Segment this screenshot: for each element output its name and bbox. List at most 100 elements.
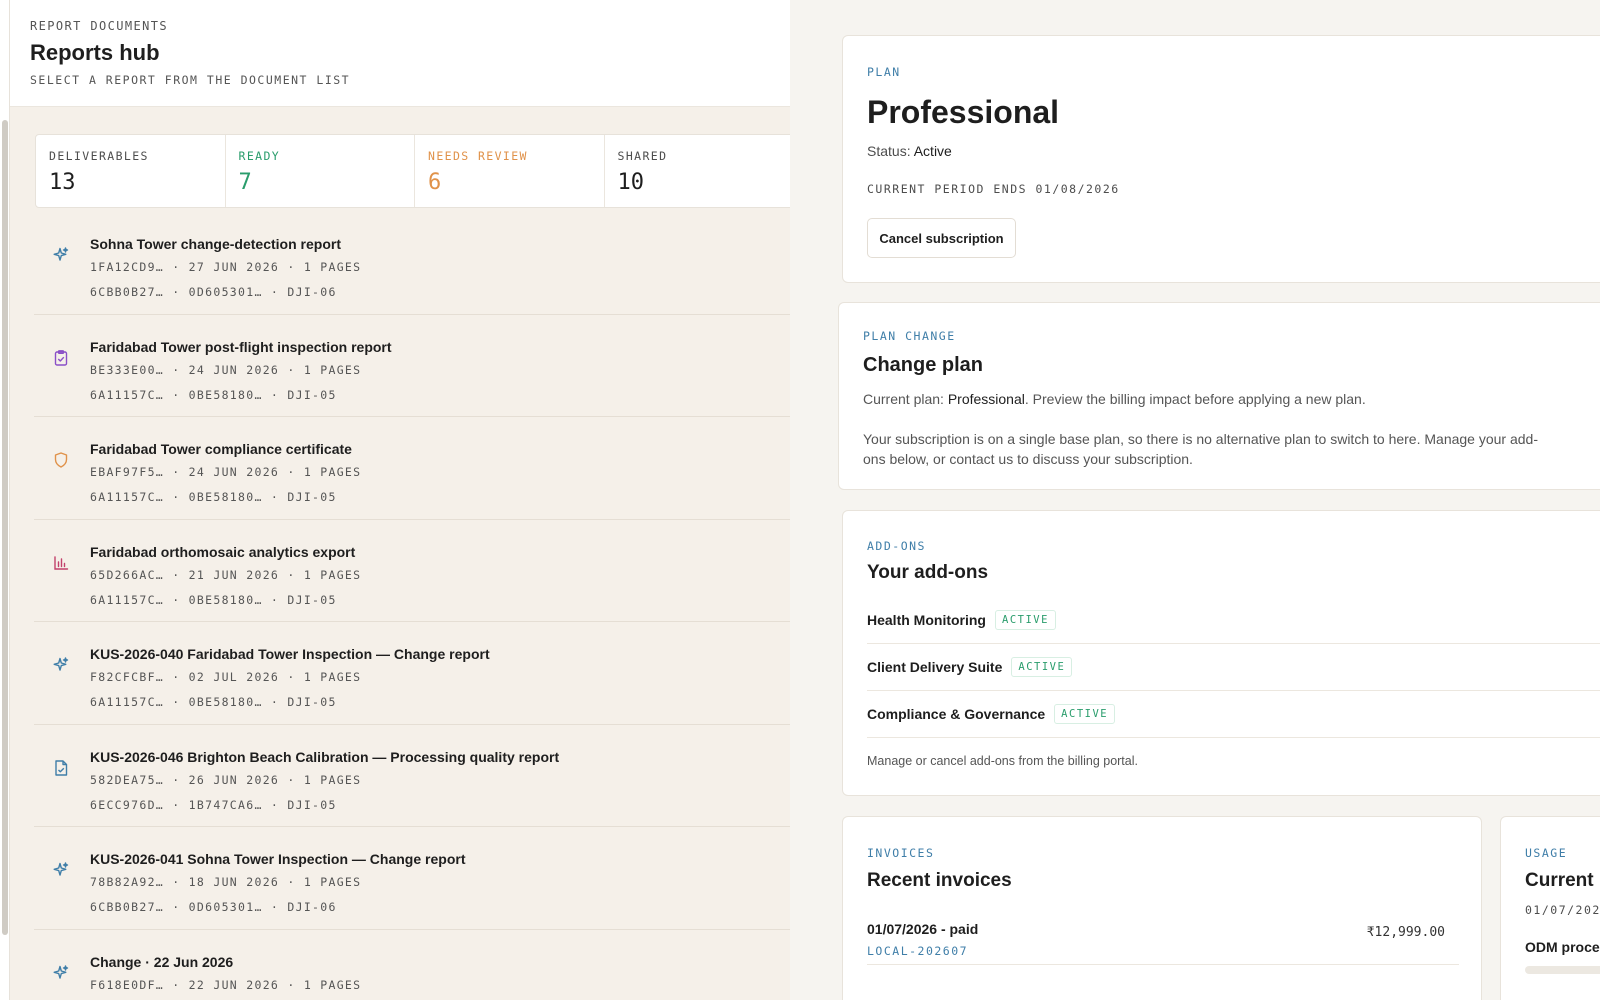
addon-item: Health Monitoring ACTIVE <box>867 597 1600 644</box>
document-item[interactable]: KUS-2026-041 Sohna Tower Inspection — Ch… <box>34 827 790 930</box>
addon-name: Client Delivery Suite <box>867 659 1003 675</box>
usage-eyebrow: USAGE <box>1525 846 1568 860</box>
document-meta-ids: 6A11157C… · 0BE58180… · DJI-05 <box>90 592 337 607</box>
document-item[interactable]: KUS-2026-040 Faridabad Tower Inspection … <box>34 622 790 725</box>
usage-date: 01/07/202 <box>1525 903 1600 917</box>
document-meta-ids: 6A11157C… · 0BE58180… · DJI-05 <box>90 490 337 504</box>
reports-header: REPORT DOCUMENTS Reports hub SELECT A RE… <box>10 0 790 107</box>
document-meta-ids: 6ECC976D… · 1B747CA6… · DJI-05 <box>90 797 337 812</box>
addons-list: Health Monitoring ACTIVE Client Delivery… <box>867 597 1600 738</box>
stat-label: READY <box>238 149 281 163</box>
addon-item: Client Delivery Suite ACTIVE <box>867 644 1600 691</box>
document-item[interactable]: Change · 22 Jun 2026 F618E0DF… · 22 JUN … <box>34 930 790 1000</box>
current-plan-name: Professional <box>947 391 1025 407</box>
document-item[interactable]: KUS-2026-046 Brighton Beach Calibration … <box>34 725 790 827</box>
cancel-subscription-button[interactable]: Cancel subscription <box>867 218 1016 258</box>
current-plan-text: Current plan: Professional. Preview the … <box>863 391 1366 407</box>
plan-status: Status: Active <box>867 143 952 159</box>
current-plan-prefix: Current plan: <box>863 391 944 407</box>
stats-bar: DELIVERABLES 13 READY 7 NEEDS REVIEW 6 S… <box>35 134 790 208</box>
usage-progress-bar <box>1525 966 1600 974</box>
document-meta-ids: 6A11157C… · 0BE58180… · DJI-05 <box>90 695 337 709</box>
plan-change-card: PLAN CHANGE Change plan Current plan: Pr… <box>838 302 1600 490</box>
document-title: KUS-2026-040 Faridabad Tower Inspection … <box>90 646 490 662</box>
stat-deliverables[interactable]: DELIVERABLES 13 <box>36 135 226 207</box>
document-title: KUS-2026-041 Sohna Tower Inspection — Ch… <box>90 851 466 867</box>
invoice-amount: ₹12,999.00 <box>1366 925 1445 940</box>
document-meta: 78B82A92… · 18 JUN 2026 · 1 PAGES <box>90 875 362 889</box>
invoices-card: INVOICES Recent invoices 01/07/2026 - pa… <box>842 816 1482 1000</box>
stat-label: NEEDS REVIEW <box>428 149 528 163</box>
stat-needs-review[interactable]: NEEDS REVIEW 6 <box>415 135 605 207</box>
document-title: KUS-2026-046 Brighton Beach Calibration … <box>90 748 560 765</box>
stat-value: 10 <box>617 170 645 195</box>
sparkle-icon <box>53 657 69 671</box>
stat-value: 13 <box>49 170 76 195</box>
document-item[interactable]: Faridabad Tower post-flight inspection r… <box>34 315 790 417</box>
usage-card: USAGE Current I 01/07/202 ODM proce <box>1500 816 1600 1000</box>
usage-title: Current I <box>1525 870 1600 891</box>
addons-title: Your add-ons <box>867 562 989 583</box>
stat-value: 7 <box>238 170 252 195</box>
plan-change-note: Your subscription is on a single base pl… <box>863 431 1538 467</box>
status-badge: ACTIVE <box>1011 657 1073 677</box>
addons-card: ADD-ONS Your add-ons Health Monitoring A… <box>842 510 1600 796</box>
clipboard-check-icon <box>54 349 68 366</box>
invoice-row[interactable] <box>867 967 1459 1000</box>
stat-value: 6 <box>428 170 442 195</box>
addons-eyebrow: ADD-ONS <box>867 539 926 553</box>
status-badge: ACTIVE <box>1054 704 1116 724</box>
document-title: Sohna Tower change-detection report <box>90 236 341 252</box>
document-meta: BE333E00… · 24 JUN 2026 · 1 PAGES <box>90 362 362 377</box>
invoice-row[interactable]: 01/07/2026 - paid LOCAL-202607 ₹12,999.0… <box>867 909 1459 965</box>
sparkle-icon <box>53 247 69 261</box>
document-title: Faridabad orthomosaic analytics export <box>90 543 356 560</box>
document-item[interactable]: Faridabad orthomosaic analytics export 6… <box>34 520 790 622</box>
invoice-date: 01/07/2026 - paid <box>867 921 979 937</box>
document-meta: 1FA12CD9… · 27 JUN 2026 · 1 PAGES <box>90 260 362 274</box>
bar-chart-icon <box>54 555 69 570</box>
stat-label: SHARED <box>617 149 668 163</box>
status-badge: ACTIVE <box>995 610 1056 630</box>
plan-change-title: Change plan <box>863 354 984 376</box>
plan-period: CURRENT PERIOD ENDS 01/08/2026 <box>867 182 1120 196</box>
stat-ready[interactable]: READY 7 <box>226 135 415 207</box>
document-meta-ids: 6CBB0B27… · 0D605301… · DJI-06 <box>90 285 337 299</box>
header-subtitle: SELECT A REPORT FROM THE DOCUMENT LIST <box>30 73 351 87</box>
addon-name: Compliance & Governance <box>867 706 1046 722</box>
plan-status-label: Status: <box>867 143 911 159</box>
invoices-title: Recent invoices <box>867 870 1012 891</box>
document-item[interactable]: Faridabad Tower compliance certificate E… <box>34 417 790 520</box>
plan-name: Professional <box>867 94 1060 130</box>
document-title: Faridabad Tower compliance certificate <box>90 441 352 457</box>
page-title: Reports hub <box>30 40 160 65</box>
invoices-eyebrow: INVOICES <box>867 846 935 860</box>
usage-metric: ODM proce <box>1525 939 1600 955</box>
document-meta: F618E0DF… · 22 JUN 2026 · 1 PAGES <box>90 977 362 992</box>
addon-item: Compliance & Governance ACTIVE <box>867 691 1600 738</box>
document-meta: F82CFCBF… · 02 JUL 2026 · 1 PAGES <box>90 670 362 684</box>
invoice-id[interactable]: LOCAL-202607 <box>867 944 968 958</box>
reports-panel: REPORT DOCUMENTS Reports hub SELECT A RE… <box>0 0 790 1000</box>
document-meta: EBAF97F5… · 24 JUN 2026 · 1 PAGES <box>90 465 362 479</box>
document-item[interactable]: Sohna Tower change-detection report 1FA1… <box>34 212 790 315</box>
document-meta-ids: 6A11157C… · 0BE58180… · DJI-05 <box>90 387 337 402</box>
document-meta: 582DEA75… · 26 JUN 2026 · 1 PAGES <box>90 772 362 787</box>
addon-name: Health Monitoring <box>867 612 986 628</box>
shield-icon <box>54 452 68 468</box>
file-check-icon <box>55 759 68 776</box>
stat-shared[interactable]: SHARED 10 <box>605 135 791 207</box>
left-scrollbar[interactable] <box>2 120 8 935</box>
stat-label: DELIVERABLES <box>49 149 149 163</box>
document-title: Change · 22 Jun 2026 <box>90 953 234 970</box>
document-meta-ids: 6CBB0B27… · 0D605301… · DJI-06 <box>90 900 337 914</box>
plan-change-eyebrow: PLAN CHANGE <box>863 329 956 343</box>
document-list: Sohna Tower change-detection report 1FA1… <box>34 212 790 1000</box>
document-title: Faridabad Tower post-flight inspection r… <box>90 338 392 355</box>
addons-footer: Manage or cancel add-ons from the billin… <box>867 754 1138 768</box>
current-plan-suffix: . Preview the billing impact before appl… <box>1024 391 1366 407</box>
plan-card: PLAN Professional Status: Active CURRENT… <box>842 35 1600 283</box>
document-meta: 65D266AC… · 21 JUN 2026 · 1 PAGES <box>90 567 362 582</box>
plan-eyebrow: PLAN <box>867 65 901 79</box>
billing-panel: PLAN Professional Status: Active CURRENT… <box>790 0 1600 1000</box>
